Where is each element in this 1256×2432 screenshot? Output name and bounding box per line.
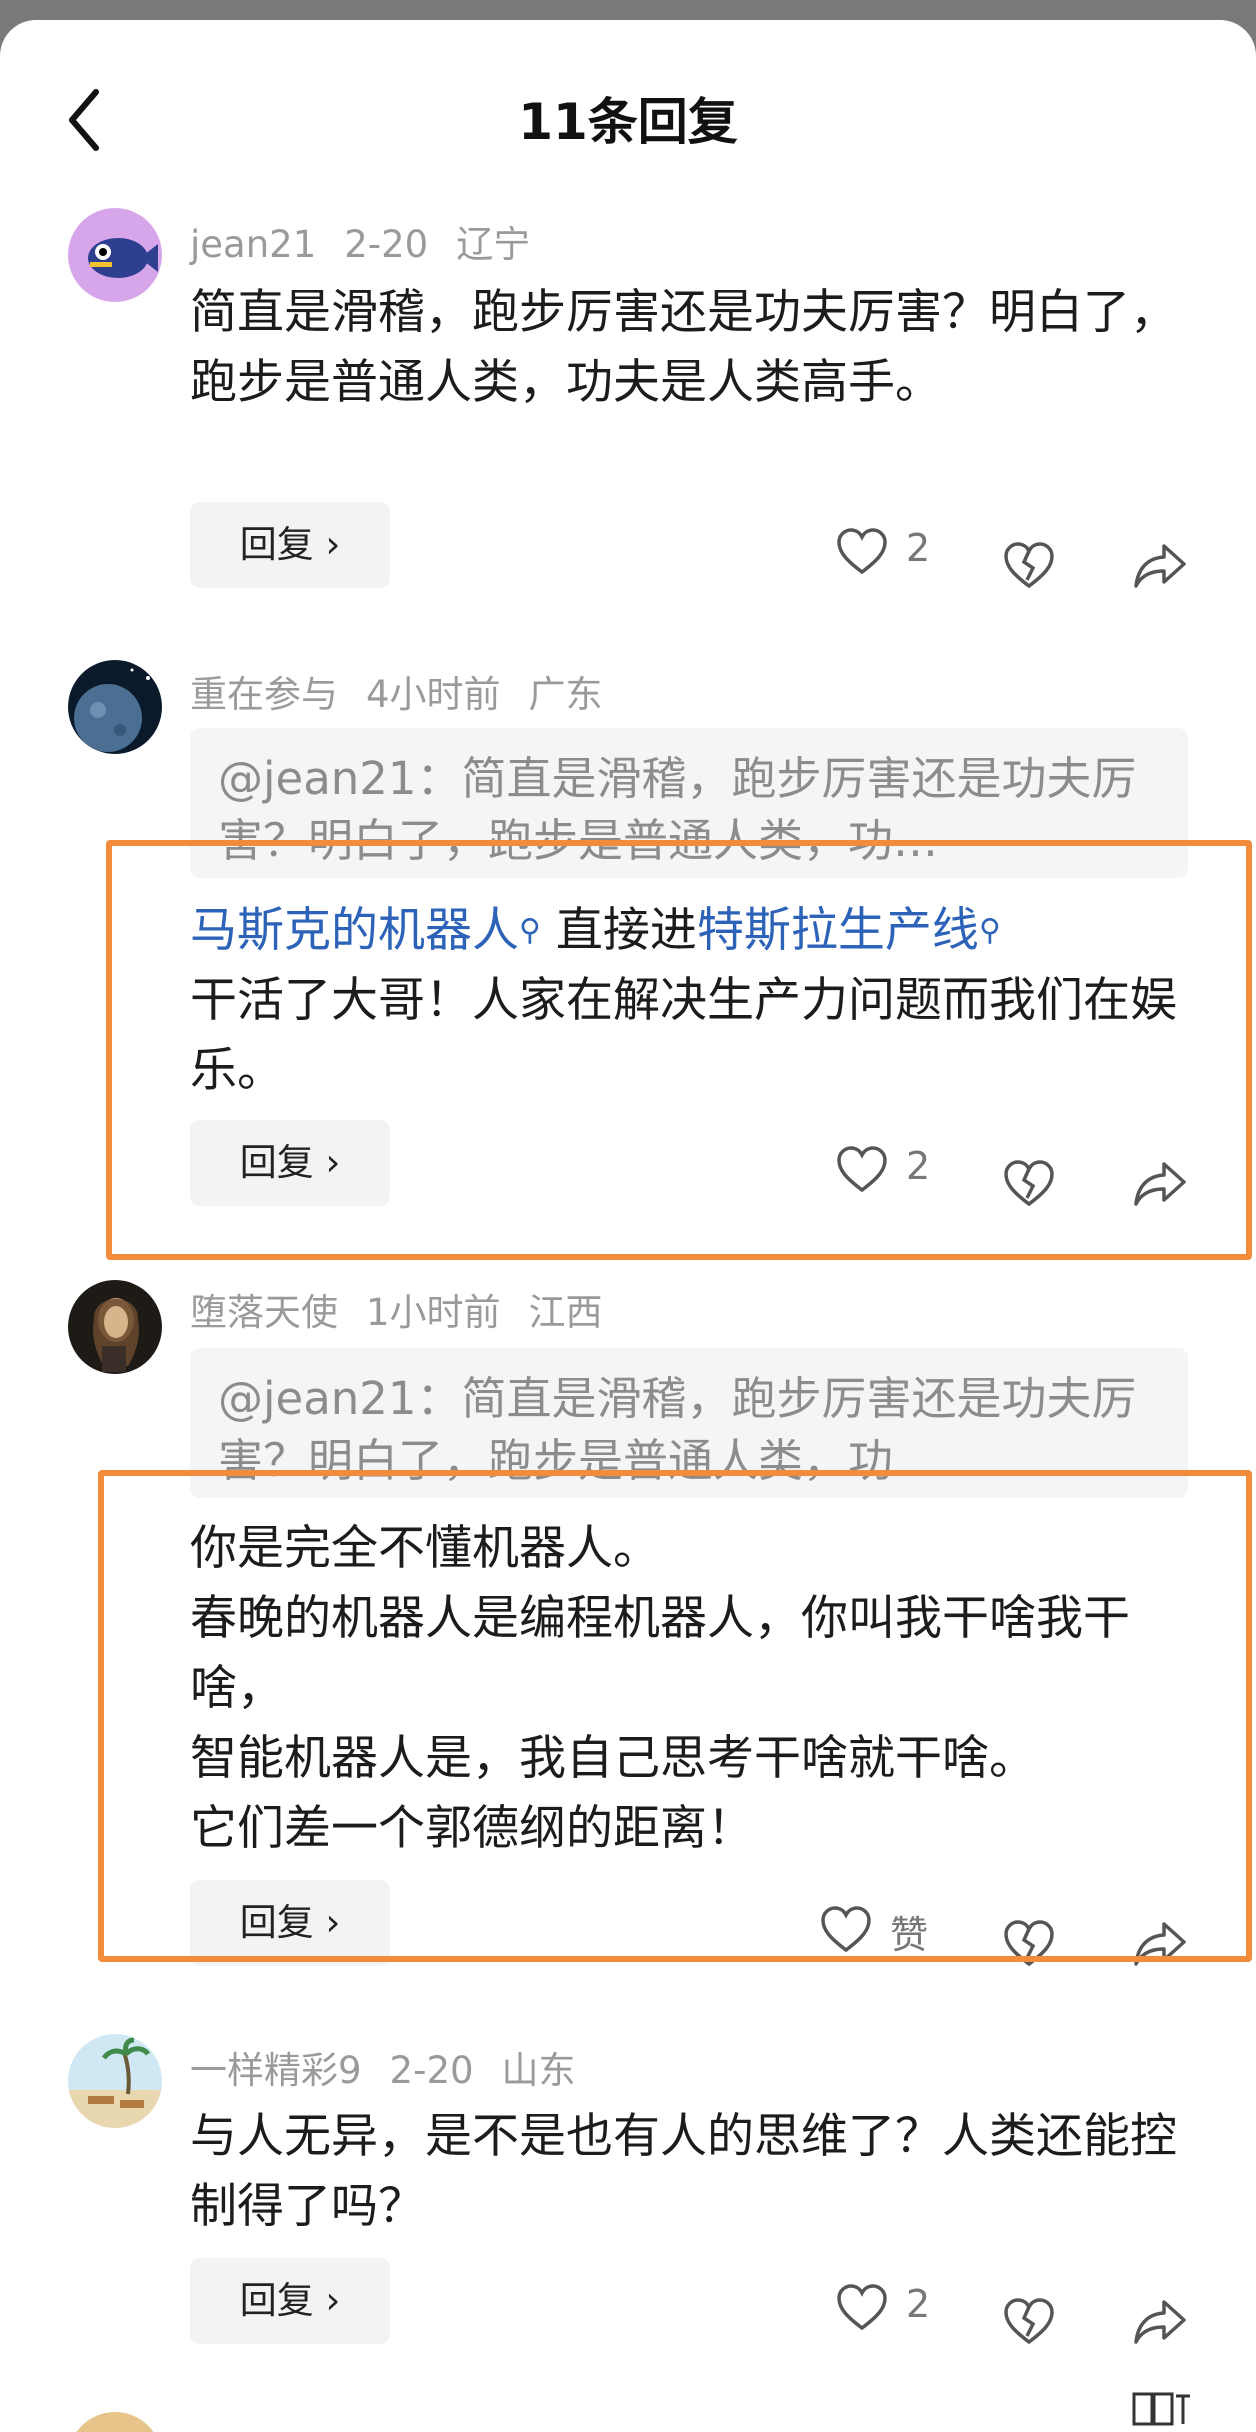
comment-region: 山东 [501,2049,576,2092]
page-title: 11条回复 [518,93,738,151]
comment-date: 2-20 [344,223,429,266]
comment-region: 辽宁 [456,223,531,266]
broken-heart-icon[interactable] [1003,2298,1055,2346]
username[interactable]: 重在参与 [190,673,338,716]
avatar[interactable] [68,2034,162,2128]
username[interactable]: 一样精彩9 [190,2049,362,2092]
heart-icon [837,528,887,575]
username[interactable]: jean21 [190,223,316,266]
replies-sheet: 11条回复 jean21 2-20 辽宁 简直是滑稽，跑步厉害还是功夫厉害？明白了，… [0,20,1256,2432]
username[interactable]: 堕落天使 [190,1291,338,1334]
comment-region: 江西 [528,1291,603,1334]
comment-region: 广东 [528,673,603,716]
reply-button[interactable]: 回复 › [190,2258,390,2344]
comment-date: 1小时前 [366,1291,501,1334]
avatar[interactable] [68,1280,162,1374]
comment-meta: 堕落天使 1小时前 江西 [190,1282,631,1336]
broken-heart-icon[interactable] [1003,542,1055,590]
comment-text: 简直是滑稽，跑步厉害还是功夫厉害？明白了，跑步是普通人类，功夫是人类高手。 [190,285,1177,410]
avatar[interactable] [68,208,162,302]
share-icon[interactable] [1132,2296,1188,2346]
comment-meta: 重在参与 4小时前 广东 [190,664,631,718]
like-count: 2 [906,526,931,570]
avatar[interactable] [68,660,162,754]
heart-icon [837,2284,887,2331]
comment-text: 与人无异，是不是也有人的思维了？人类还能控制得了吗？ [190,2109,1177,2234]
highlight-box [98,1470,1252,1962]
watermark-icon [1132,2392,1190,2426]
header: 11条回复 [0,20,1256,220]
comment-meta: jean21 2-20 辽宁 [190,214,558,268]
comment-date: 2-20 [389,2049,474,2092]
share-icon[interactable] [1132,540,1188,590]
avatar[interactable] [68,2412,162,2432]
highlight-box [106,840,1252,1260]
comment-meta: 一样精彩9 2-20 山东 [190,2040,604,2094]
comment-date: 4小时前 [366,673,501,716]
reply-button[interactable]: 回复 › [190,502,390,588]
like-count: 2 [906,2282,931,2326]
